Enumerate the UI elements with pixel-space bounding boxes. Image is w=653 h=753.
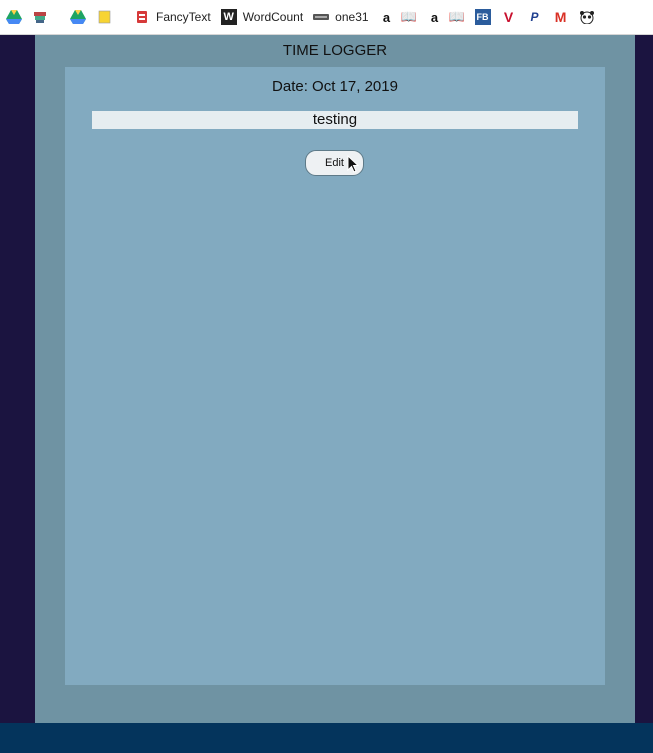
bookmark-google-drive-2[interactable] <box>70 9 86 25</box>
bookmark-amazon-2[interactable]: a <box>427 9 443 25</box>
bookmark-gmail[interactable]: M <box>553 9 569 25</box>
bookmarks-bar: FancyText W WordCount one31 a 📖 a 📖 FB V… <box>0 0 653 35</box>
v-icon: V <box>503 9 514 25</box>
panda-icon <box>579 9 595 25</box>
wordcount-w-icon: W <box>220 9 237 25</box>
google-drive-icon <box>70 9 86 25</box>
bookmark-book-2[interactable]: 📖 <box>448 9 465 25</box>
bookmark-paypal[interactable]: P <box>527 9 543 25</box>
bookmark-label: WordCount <box>242 10 304 24</box>
bookmark-panda[interactable] <box>579 9 595 25</box>
bookmark-book-1[interactable]: 📖 <box>400 9 417 25</box>
paypal-icon: P <box>530 10 539 24</box>
fancytext-icon <box>134 9 150 25</box>
amazon-icon: a <box>382 9 391 25</box>
book-icon: 📖 <box>448 9 465 24</box>
google-drive-icon <box>6 9 22 25</box>
stack-icon <box>32 9 48 25</box>
bookmark-wordcount[interactable]: W WordCount <box>220 9 304 25</box>
bookmark-amazon-1[interactable]: a <box>379 9 395 25</box>
fb-icon: FB <box>474 9 491 25</box>
book-icon: 📖 <box>400 9 417 24</box>
log-entry-text: testing <box>92 111 578 129</box>
bookmark-google-drive-1[interactable] <box>6 9 22 25</box>
keep-note-icon <box>96 9 112 25</box>
amazon-icon: a <box>430 9 439 25</box>
bookmark-keep[interactable] <box>96 9 112 25</box>
bookmark-fb[interactable]: FB <box>474 9 491 25</box>
log-panel: Date: Oct 17, 2019 testing Edit <box>65 67 605 685</box>
bookmark-one31[interactable]: one31 <box>313 9 369 25</box>
bookmark-label: FancyText <box>156 10 211 24</box>
bookmark-stack[interactable] <box>32 9 48 25</box>
gmail-icon: M <box>554 9 567 25</box>
app-container: TIME LOGGER Date: Oct 17, 2019 testing E… <box>35 35 635 723</box>
bookmark-label: one31 <box>335 10 369 24</box>
app-title: TIME LOGGER <box>282 42 388 59</box>
mouse-pointer-icon <box>347 155 360 173</box>
one31-icon <box>313 9 330 25</box>
bookmark-fancytext[interactable]: FancyText <box>134 9 211 25</box>
log-date: Date: Oct 17, 2019 <box>272 78 398 95</box>
bottom-bar <box>0 723 653 753</box>
bookmark-v[interactable]: V <box>501 9 517 25</box>
